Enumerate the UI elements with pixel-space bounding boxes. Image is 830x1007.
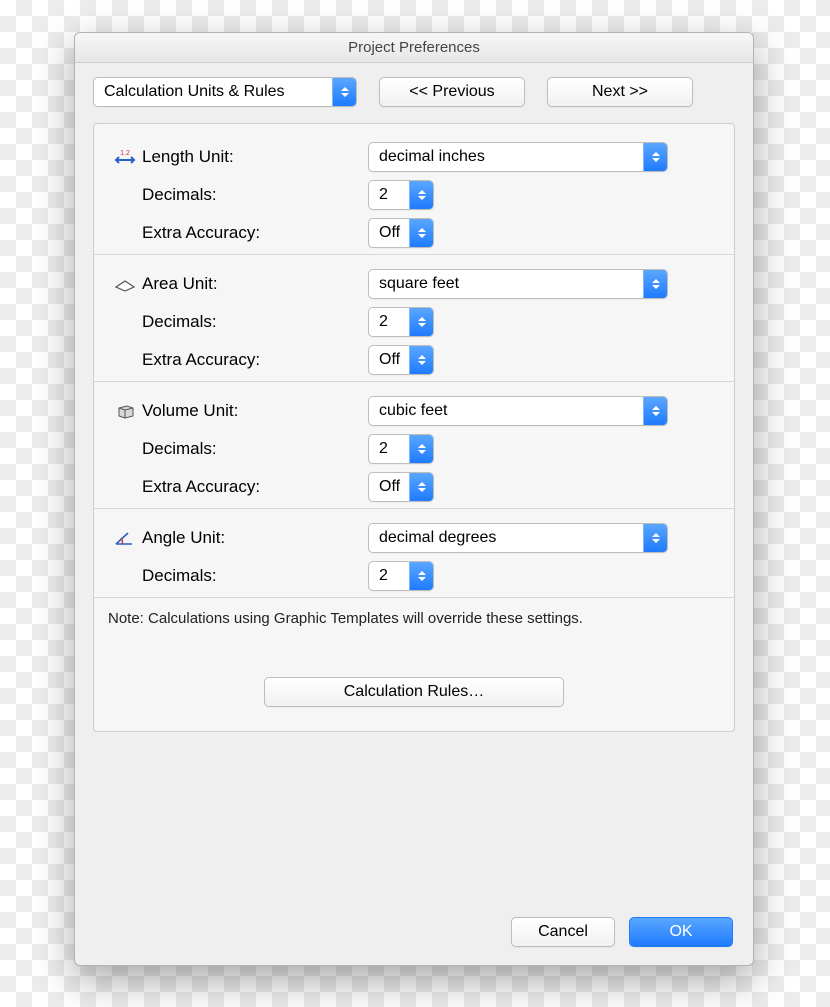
angle-unit-label: Angle Unit: (142, 528, 368, 548)
updown-icon (409, 346, 433, 374)
volume-extra-value: Off (379, 478, 400, 496)
updown-icon (409, 181, 433, 209)
next-button[interactable]: Next >> (547, 77, 693, 107)
angle-section: Angle Unit: decimal degrees Decimals: 2 (94, 508, 734, 597)
area-decimals-select[interactable]: 2 (368, 307, 434, 337)
volume-unit-label: Volume Unit: (142, 401, 368, 421)
updown-icon (409, 562, 433, 590)
updown-icon (409, 473, 433, 501)
updown-icon (409, 308, 433, 336)
updown-icon (643, 397, 667, 425)
dialog-footer: Cancel OK (75, 901, 753, 965)
angle-icon (113, 529, 137, 547)
area-icon (113, 275, 137, 293)
length-extra-value: Off (379, 224, 400, 242)
volume-extra-select[interactable]: Off (368, 472, 434, 502)
note-text: Note: Calculations using Graphic Templat… (94, 597, 734, 637)
angle-unit-select[interactable]: decimal degrees (368, 523, 668, 553)
area-extra-select[interactable]: Off (368, 345, 434, 375)
angle-unit-value: decimal degrees (379, 529, 496, 547)
area-extra-label: Extra Accuracy: (142, 350, 368, 370)
length-decimals-label: Decimals: (142, 185, 368, 205)
area-unit-value: square feet (379, 275, 459, 293)
volume-decimals-value: 2 (379, 440, 388, 458)
cancel-button[interactable]: Cancel (511, 917, 615, 947)
category-select-value: Calculation Units & Rules (104, 83, 285, 101)
settings-panel: 1.2 Length Unit: decimal inches Decimals… (93, 123, 735, 732)
updown-icon (643, 524, 667, 552)
volume-decimals-label: Decimals: (142, 439, 368, 459)
length-decimals-value: 2 (379, 186, 388, 204)
length-section: 1.2 Length Unit: decimal inches Decimals… (94, 128, 734, 254)
volume-section: Volume Unit: cubic feet Decimals: 2 Extr… (94, 381, 734, 508)
area-extra-value: Off (379, 351, 400, 369)
length-unit-label: Length Unit: (142, 147, 368, 167)
updown-icon (643, 270, 667, 298)
updown-icon (332, 78, 356, 106)
calculation-rules-button[interactable]: Calculation Rules… (264, 677, 564, 707)
category-select[interactable]: Calculation Units & Rules (93, 77, 357, 107)
window-title: Project Preferences (75, 33, 753, 63)
volume-icon (113, 402, 137, 420)
area-decimals-label: Decimals: (142, 312, 368, 332)
updown-icon (643, 143, 667, 171)
volume-unit-value: cubic feet (379, 402, 447, 420)
area-section: Area Unit: square feet Decimals: 2 Extra… (94, 254, 734, 381)
length-unit-select[interactable]: decimal inches (368, 142, 668, 172)
nav-row: Calculation Units & Rules << Previous Ne… (75, 63, 753, 119)
svg-text:1.2: 1.2 (120, 150, 130, 157)
length-extra-label: Extra Accuracy: (142, 223, 368, 243)
updown-icon (409, 219, 433, 247)
area-unit-select[interactable]: square feet (368, 269, 668, 299)
angle-decimals-value: 2 (379, 567, 388, 585)
updown-icon (409, 435, 433, 463)
area-unit-label: Area Unit: (142, 274, 368, 294)
angle-decimals-select[interactable]: 2 (368, 561, 434, 591)
previous-button[interactable]: << Previous (379, 77, 525, 107)
ok-button[interactable]: OK (629, 917, 733, 947)
volume-unit-select[interactable]: cubic feet (368, 396, 668, 426)
length-decimals-select[interactable]: 2 (368, 180, 434, 210)
area-decimals-value: 2 (379, 313, 388, 331)
volume-extra-label: Extra Accuracy: (142, 477, 368, 497)
length-unit-value: decimal inches (379, 148, 485, 166)
angle-decimals-label: Decimals: (142, 566, 368, 586)
length-icon: 1.2 (113, 148, 137, 166)
volume-decimals-select[interactable]: 2 (368, 434, 434, 464)
length-extra-select[interactable]: Off (368, 218, 434, 248)
preferences-window: Project Preferences Calculation Units & … (74, 32, 754, 966)
